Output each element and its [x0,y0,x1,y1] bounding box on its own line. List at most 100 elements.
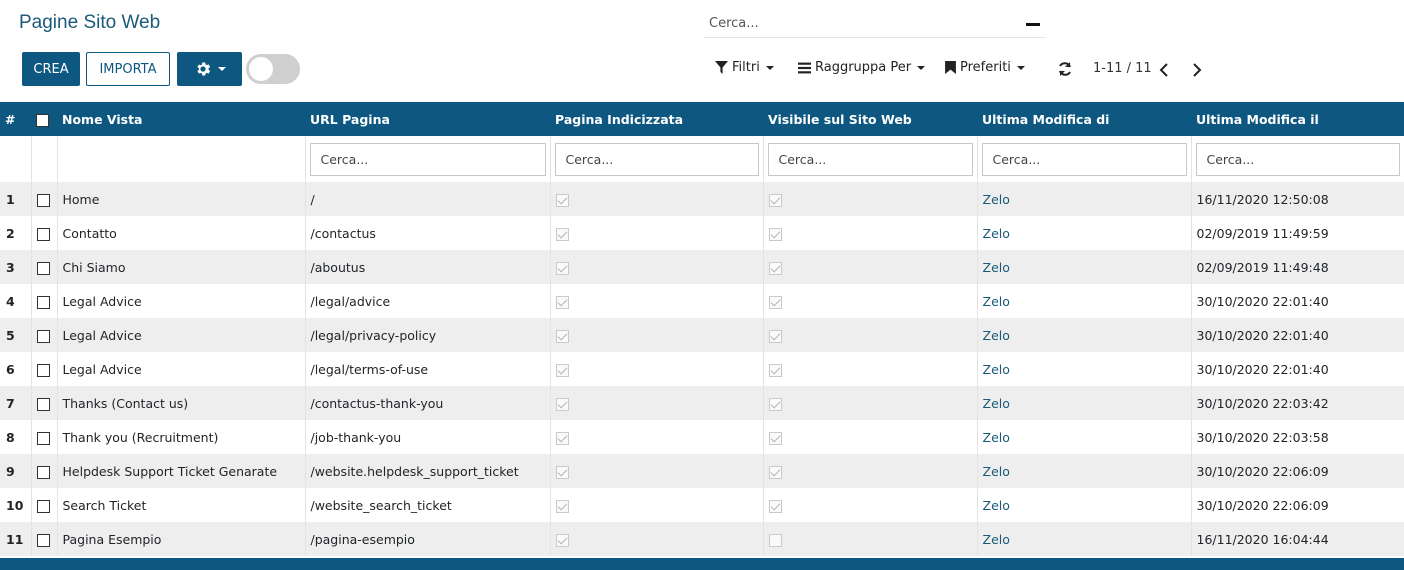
chevron-down-icon [917,65,926,70]
page-name[interactable]: Search Ticket [57,488,306,522]
column-header-modified-by[interactable]: Ultima Modifica di [977,102,1191,136]
visible-cell [763,352,978,386]
table-row[interactable]: 5 Legal Advice/legal/privacy-policy Zelo 30… [0,318,1404,352]
visible-cell [763,522,978,556]
visible-checkbox [768,227,782,241]
collapse-icon[interactable] [1026,23,1040,26]
row-checkbox[interactable] [36,261,50,275]
table-row[interactable]: 3 Chi Siamo/aboutus Zelo 02/09/2019 11:49:4… [0,250,1404,284]
modified-by-link[interactable]: Zelo [977,386,1192,420]
row-checkbox[interactable] [36,499,50,513]
row-checkbox[interactable] [36,431,50,445]
page-url[interactable]: /pagina-esempio [305,522,551,556]
favorites-dropdown[interactable]: Preferiti [945,60,1025,75]
page-name[interactable]: Pagina Esempio [57,522,306,556]
modified-by-link[interactable]: Zelo [977,522,1192,556]
modified-by-link[interactable]: Zelo [977,284,1192,318]
page-url[interactable]: /contactus [305,216,551,250]
row-checkbox[interactable] [36,363,50,377]
modified-by-link[interactable]: Zelo [977,454,1192,488]
row-number: 1 [0,182,32,216]
modified-by-link[interactable]: Zelo [977,182,1192,216]
visible-cell [763,216,978,250]
view-toggle[interactable] [246,54,300,84]
page-url[interactable]: / [305,182,551,216]
create-button[interactable]: CREA [22,52,80,86]
row-checkbox[interactable] [36,465,50,479]
modified-by-link[interactable]: Zelo [977,318,1192,352]
page-url[interactable]: /job-thank-you [305,420,551,454]
page-name[interactable]: Legal Advice [57,284,306,318]
table-row[interactable]: 4 Legal Advice/legal/advice Zelo 30/10/2020… [0,284,1404,318]
page-name[interactable]: Contatto [57,216,306,250]
modified-on: 30/10/2020 22:06:09 [1191,454,1404,488]
page-name[interactable]: Chi Siamo [57,250,306,284]
table-row[interactable]: 9 Helpdesk Support Ticket Genarate/websit… [0,454,1404,488]
column-header-indexed[interactable]: Pagina Indicizzata [550,102,763,136]
indexed-checkbox [555,465,569,479]
filters-dropdown[interactable]: Filtri [715,60,774,75]
column-header-modified-on[interactable]: Ultima Modifica il [1191,102,1404,136]
visible-checkbox [768,431,782,445]
modified-by-link[interactable]: Zelo [977,488,1192,522]
group-by-dropdown[interactable]: Raggruppa Per [798,60,926,75]
filter-input-indexed[interactable] [554,142,759,176]
filter-icon [715,61,728,74]
page-name[interactable]: Legal Advice [57,318,306,352]
select-all-checkbox[interactable] [36,113,49,127]
row-checkbox[interactable] [36,533,50,547]
table-row[interactable]: 2 Contatto/contactus Zelo 02/09/2019 11:49:… [0,216,1404,250]
page-url[interactable]: /website_search_ticket [305,488,551,522]
table-row[interactable]: 11 Pagina Esempio/pagina-esempio Zelo 16/11… [0,522,1404,556]
page-url[interactable]: /contactus-thank-you [305,386,551,420]
visible-cell [763,488,978,522]
indexed-cell [550,318,764,352]
row-number: 10 [0,488,32,522]
modified-by-link[interactable]: Zelo [977,420,1192,454]
page-url[interactable]: /legal/privacy-policy [305,318,551,352]
table-row[interactable]: 6 Legal Advice/legal/terms-of-use Zelo 30/1… [0,352,1404,386]
row-checkbox[interactable] [36,329,50,343]
modified-on: 30/10/2020 22:01:40 [1191,284,1404,318]
row-checkbox[interactable] [36,397,50,411]
page-name[interactable]: Legal Advice [57,352,306,386]
pager-value[interactable]: 1-11 / 11 [1093,61,1152,76]
column-header-visible[interactable]: Visibile sul Sito Web [763,102,977,136]
table-row[interactable]: 7 Thanks (Contact us)/contactus-thank-you… [0,386,1404,420]
row-checkbox[interactable] [36,295,50,309]
page-url[interactable]: /aboutus [305,250,551,284]
filter-input-modified-on[interactable] [1195,142,1400,176]
visible-checkbox [768,363,782,377]
column-header-url[interactable]: URL Pagina [305,102,550,136]
page-name[interactable]: Thanks (Contact us) [57,386,306,420]
actions-button[interactable] [177,52,242,86]
import-button[interactable]: IMPORTA [86,52,170,86]
column-header-name[interactable]: Nome Vista [57,102,305,136]
page-name[interactable]: Thank you (Recruitment) [57,420,306,454]
visible-checkbox [768,261,782,275]
filter-input-visible[interactable] [767,142,973,176]
page-url[interactable]: /legal/terms-of-use [305,352,551,386]
modified-on: 30/10/2020 22:06:09 [1191,488,1404,522]
modified-by-link[interactable]: Zelo [977,250,1192,284]
page-name[interactable]: Helpdesk Support Ticket Genarate [57,454,306,488]
page-name[interactable]: Home [57,182,306,216]
modified-by-link[interactable]: Zelo [977,216,1192,250]
page-url[interactable]: /legal/advice [305,284,551,318]
row-checkbox[interactable] [36,227,50,241]
search-input[interactable] [704,10,1004,36]
row-checkbox[interactable] [36,193,50,207]
table-row[interactable]: 8 Thank you (Recruitment)/job-thank-you Ze… [0,420,1404,454]
column-header-number: # [5,111,16,127]
visible-checkbox [768,193,782,207]
page-url[interactable]: /website.helpdesk_support_ticket [305,454,551,488]
table-row[interactable]: 1 Home / Zelo 16/11/2020 12:50:08 [0,182,1404,216]
refresh-icon[interactable] [1057,61,1073,77]
chevron-left-icon[interactable] [1159,63,1169,77]
chevron-right-icon[interactable] [1192,63,1202,77]
modified-on: 30/10/2020 22:03:42 [1191,386,1404,420]
filter-input-url[interactable] [309,142,546,176]
modified-by-link[interactable]: Zelo [977,352,1192,386]
table-row[interactable]: 10 Search Ticket/website_search_ticket Zel… [0,488,1404,522]
filter-input-modified-by[interactable] [981,142,1187,176]
